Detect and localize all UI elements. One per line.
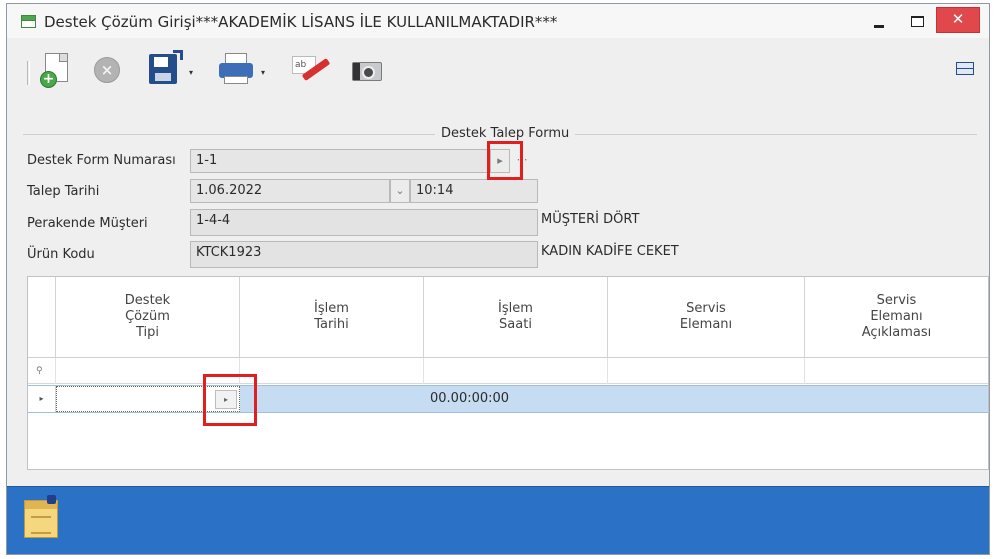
highlight-box-lookup: [487, 141, 523, 180]
save-dropdown-icon[interactable]: ▾: [189, 68, 193, 77]
app-window: Destek Çözüm Girişi***AKADEMİK LİSANS İL…: [6, 3, 990, 555]
product-code-label: Ürün Kodu: [27, 247, 95, 262]
solution-grid: Destek Çözüm Tipi İşlem Tarihi İşlem Saa…: [27, 276, 989, 470]
service-staff-cell[interactable]: [608, 386, 614, 412]
customer-input[interactable]: 1-4-4: [190, 209, 538, 236]
fit-width-button[interactable]: [951, 48, 979, 92]
highlight-box-grid-button: [203, 374, 257, 426]
column-header-service-staff[interactable]: Servis Elemanı: [608, 277, 805, 357]
column-header-staff-note[interactable]: Servis Elemanı Açıklaması: [805, 277, 988, 357]
window-title: Destek Çözüm Girişi***AKADEMİK LİSANS İL…: [44, 13, 558, 31]
form-number-input[interactable]: 1-1: [190, 149, 490, 173]
request-date-input[interactable]: 1.06.2022: [190, 179, 390, 203]
product-code-input[interactable]: KTCK1923: [190, 241, 538, 268]
staff-note-cell[interactable]: [805, 386, 811, 412]
close-icon: ✕: [951, 10, 965, 28]
grid-row-indicator-header: [28, 277, 56, 357]
filter-icon: ⚲: [36, 366, 43, 376]
customer-name: MÜŞTERİ DÖRT: [541, 212, 640, 227]
filter-cell-staff-note[interactable]: [805, 358, 988, 384]
print-dropdown-icon[interactable]: ▾: [261, 68, 265, 77]
camera-button[interactable]: [345, 48, 391, 92]
note-icon[interactable]: [24, 495, 58, 538]
column-header-solution-type[interactable]: Destek Çözüm Tipi: [56, 277, 240, 357]
column-header-process-date[interactable]: İşlem Tarihi: [240, 277, 424, 357]
add-icon: +: [40, 71, 57, 88]
group-title: Destek Talep Formu: [435, 126, 576, 141]
request-date-label: Talep Tarihi: [27, 184, 100, 199]
filter-cell-service-staff[interactable]: [608, 358, 805, 384]
title-bar[interactable]: Destek Çözüm Girişi***AKADEMİK LİSANS İL…: [7, 4, 989, 38]
cancel-icon: ×: [94, 57, 120, 83]
new-record-button[interactable]: +: [37, 48, 77, 92]
minimize-button[interactable]: [860, 4, 898, 32]
customer-label: Perakende Müşteri: [27, 216, 148, 231]
product-name: KADIN KADİFE CEKET: [541, 244, 679, 259]
close-button[interactable]: ✕: [936, 7, 980, 33]
toolbar-grip[interactable]: [27, 61, 30, 85]
print-button[interactable]: ▾: [215, 48, 279, 92]
filter-cell-process-date[interactable]: [240, 358, 424, 384]
cancel-button[interactable]: ×: [87, 48, 127, 92]
filter-row[interactable]: ⚲: [28, 358, 988, 384]
table-row[interactable]: ▸ ▸ 00.00:00:00: [28, 385, 988, 413]
toolbar: + × ▾ ▾ ab: [15, 44, 981, 98]
request-date-dropdown-button[interactable]: ⌄: [390, 179, 410, 203]
column-header-process-time[interactable]: İşlem Saati: [424, 277, 608, 357]
edit-button[interactable]: ab: [287, 48, 335, 92]
request-time-input[interactable]: 10:14: [410, 179, 538, 203]
chevron-down-icon: ⌄: [395, 184, 405, 197]
row-indicator-icon: ▸: [28, 386, 56, 412]
fit-width-icon: [956, 62, 974, 75]
form-window-icon: [21, 15, 36, 28]
status-bar: [7, 486, 989, 554]
save-button[interactable]: ▾: [143, 48, 205, 92]
maximize-button[interactable]: [898, 4, 936, 32]
form-number-label: Destek Form Numarası: [27, 153, 176, 168]
filter-cell-process-time[interactable]: [424, 358, 608, 384]
process-time-cell[interactable]: 00.00:00:00: [424, 386, 509, 412]
